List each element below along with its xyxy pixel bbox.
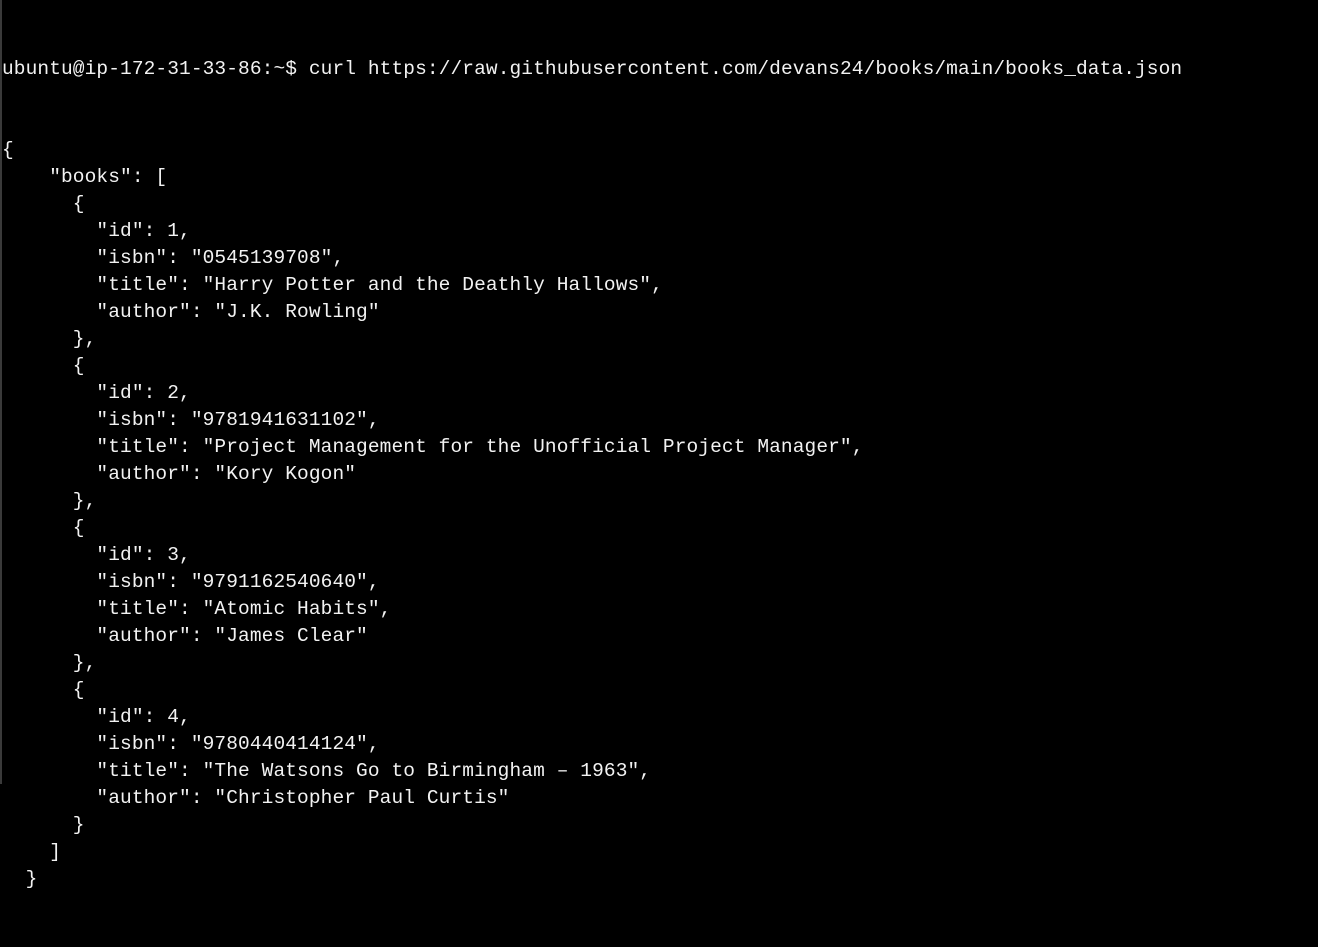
- output-line: "id": 3,: [2, 544, 191, 566]
- output-line: },: [2, 328, 97, 350]
- output-line: },: [2, 490, 97, 512]
- output-line: "author": "J.K. Rowling": [2, 301, 380, 323]
- output-line: "title": "Atomic Habits",: [2, 598, 392, 620]
- output-line: "isbn": "9781941631102",: [2, 409, 380, 431]
- output-line: "title": "Project Management for the Uno…: [2, 436, 864, 458]
- output-line: "id": 2,: [2, 382, 191, 404]
- output-line: {: [2, 517, 85, 539]
- output-line: "author": "Kory Kogon": [2, 463, 357, 485]
- output-line: "books": [: [2, 166, 168, 188]
- output-line: "isbn": "0545139708",: [2, 247, 345, 269]
- output-line: {: [2, 139, 14, 161]
- output-line: "id": 4,: [2, 706, 191, 728]
- output-line: {: [2, 193, 85, 215]
- output-line: }: [2, 868, 38, 890]
- output-line: "isbn": "9791162540640",: [2, 571, 380, 593]
- output-line: "title": "Harry Potter and the Deathly H…: [2, 274, 663, 296]
- output-line: "isbn": "9780440414124",: [2, 733, 380, 755]
- output-line: "title": "The Watsons Go to Birmingham –…: [2, 760, 652, 782]
- output-line: "author": "Christopher Paul Curtis": [2, 787, 510, 809]
- output-line: "id": 1,: [2, 220, 191, 242]
- command-line: ubuntu@ip-172-31-33-86:~$ curl https://r…: [2, 56, 1182, 83]
- output-line: ]: [2, 841, 62, 863]
- output-line: "author": "James Clear": [2, 625, 368, 647]
- output-line: {: [2, 679, 85, 701]
- terminal-window[interactable]: ubuntu@ip-172-31-33-86:~$ curl https://r…: [0, 0, 1318, 890]
- command-output: { "books": [ { "id": 1, "isbn": "0545139…: [2, 137, 1182, 893]
- output-line: },: [2, 652, 97, 674]
- terminal-screen: ubuntu@ip-172-31-33-86:~$ curl https://r…: [2, 2, 1182, 947]
- output-line: {: [2, 355, 85, 377]
- output-line: }: [2, 814, 85, 836]
- command-text: curl https://raw.githubusercontent.com/d…: [308, 58, 1183, 80]
- shell-prompt: ubuntu@ip-172-31-33-86:~$: [2, 58, 298, 80]
